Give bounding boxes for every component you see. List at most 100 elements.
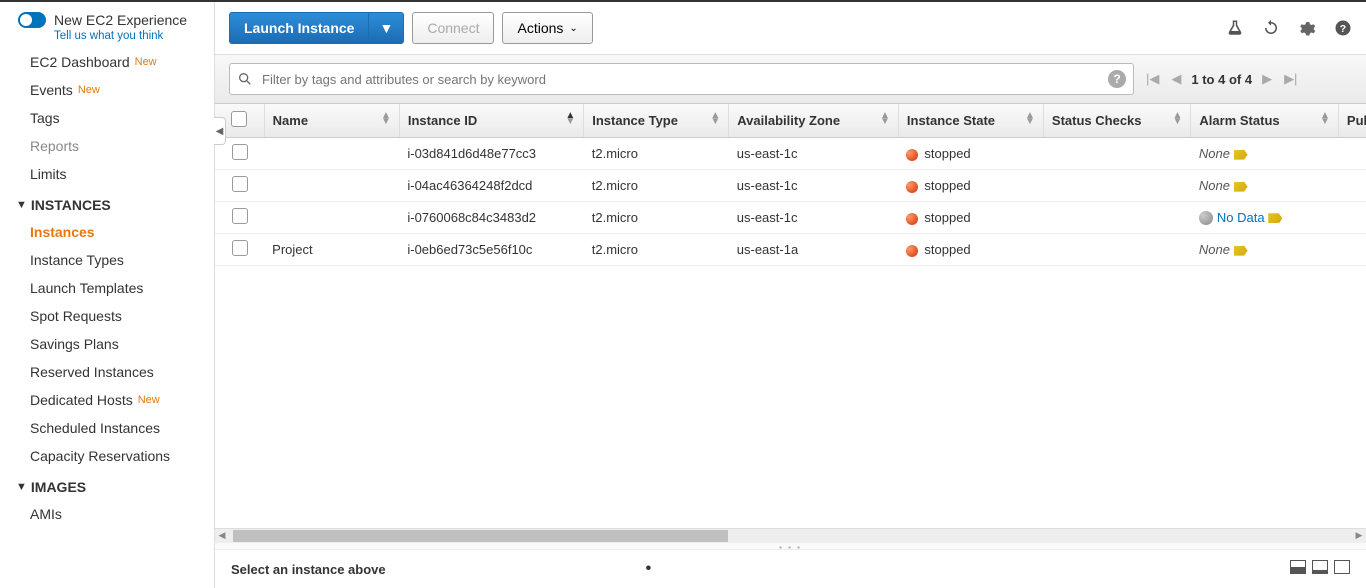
row-checkbox[interactable] xyxy=(232,240,248,256)
refresh-icon[interactable] xyxy=(1262,19,1280,37)
alarm-status-text[interactable]: No Data xyxy=(1217,210,1265,225)
pane-resize-handle[interactable]: ▪ ▪ ▪ xyxy=(215,542,1366,550)
detail-pane: Select an instance above • xyxy=(215,550,1366,588)
pagination: |◀ ◀ 1 to 4 of 4 ▶ ▶| xyxy=(1144,69,1299,89)
table-row[interactable]: i-03d841d6d48e77cc3t2.microus-east-1csto… xyxy=(215,138,1366,170)
sort-icon: ▲▼ xyxy=(880,113,890,125)
column-label: Instance State xyxy=(907,113,995,128)
column-header-5[interactable]: Status Checks▲▼ xyxy=(1043,104,1191,138)
column-header-7[interactable]: Public DNS (IPv4)▲▼ xyxy=(1338,104,1366,138)
nav-section-1[interactable]: ▼IMAGES xyxy=(0,470,214,500)
table-row[interactable]: Projecti-0eb6ed73c5e56f10ct2.microus-eas… xyxy=(215,234,1366,266)
scroll-right-icon[interactable]: ▶ xyxy=(1352,530,1366,541)
tag-icon[interactable] xyxy=(1234,182,1248,192)
row-checkbox[interactable] xyxy=(232,144,248,160)
cell-instance-id: i-03d841d6d48e77cc3 xyxy=(399,138,583,170)
connect-button[interactable]: Connect xyxy=(412,12,494,44)
layout-full-icon[interactable] xyxy=(1334,560,1350,574)
page-first-button[interactable]: |◀ xyxy=(1144,69,1161,89)
layout-bottom-icon[interactable] xyxy=(1290,560,1306,574)
nav-item-top-1[interactable]: EventsNew xyxy=(0,76,214,104)
settings-icon[interactable] xyxy=(1298,19,1316,37)
column-header-3[interactable]: Availability Zone▲▼ xyxy=(729,104,899,138)
page-last-button[interactable]: ▶| xyxy=(1282,69,1299,89)
new-badge: New xyxy=(138,394,160,406)
layout-icons xyxy=(1290,560,1350,574)
instances-table: Name▲▼Instance ID▲▼Instance Type▲▼Availa… xyxy=(215,104,1366,266)
nav-item-label: AMIs xyxy=(30,506,62,522)
nav-item-top-3[interactable]: Reports xyxy=(0,132,214,160)
nav-item-label: Launch Templates xyxy=(30,280,143,296)
cell-status-checks xyxy=(1043,234,1191,266)
launch-instance-button[interactable]: Launch Instance xyxy=(229,12,368,44)
nav-item-0-7[interactable]: Scheduled Instances xyxy=(0,414,214,442)
tag-icon[interactable] xyxy=(1268,213,1282,223)
new-experience-toggle[interactable] xyxy=(18,12,46,28)
nav-item-label: Instance Types xyxy=(30,252,124,268)
cell-status-checks xyxy=(1043,138,1191,170)
cell-instance-type: t2.micro xyxy=(584,170,729,202)
column-header-6[interactable]: Alarm Status▲▼ xyxy=(1191,104,1339,138)
column-header-2[interactable]: Instance Type ▲▼ xyxy=(584,104,729,138)
cell-name xyxy=(264,170,399,202)
scroll-left-icon[interactable]: ◀ xyxy=(215,530,229,541)
nav-item-label: Dedicated Hosts xyxy=(30,392,133,408)
cell-instance-id: i-04ac46364248f2dcd xyxy=(399,170,583,202)
tag-icon[interactable] xyxy=(1234,246,1248,256)
cell-state: stopped xyxy=(898,234,1043,266)
cell-alarm: None xyxy=(1191,234,1339,266)
row-checkbox[interactable] xyxy=(232,176,248,192)
layout-split-icon[interactable] xyxy=(1312,560,1328,574)
filter-help-icon[interactable]: ? xyxy=(1108,70,1126,88)
filter-bar: ? |◀ ◀ 1 to 4 of 4 ▶ ▶| xyxy=(215,55,1366,104)
cell-instance-type: t2.micro xyxy=(584,138,729,170)
cell-alarm: None xyxy=(1191,138,1339,170)
nav-item-0-5[interactable]: Reserved Instances xyxy=(0,358,214,386)
nav-item-label: Capacity Reservations xyxy=(30,448,170,464)
experiments-icon[interactable] xyxy=(1226,19,1244,37)
table-row[interactable]: i-0760068c84c3483d2t2.microus-east-1csto… xyxy=(215,202,1366,234)
sidebar-nav[interactable]: EC2 DashboardNewEventsNewTagsReportsLimi… xyxy=(0,48,214,588)
filter-input[interactable] xyxy=(229,63,1134,95)
cell-instance-id: i-0eb6ed73c5e56f10c xyxy=(399,234,583,266)
cell-state: stopped xyxy=(898,138,1043,170)
nav-item-0-3[interactable]: Spot Requests xyxy=(0,302,214,330)
tag-icon[interactable] xyxy=(1234,150,1248,160)
cell-state: stopped xyxy=(898,202,1043,234)
nav-item-0-8[interactable]: Capacity Reservations xyxy=(0,442,214,470)
nav-item-0-6[interactable]: Dedicated Hosts New xyxy=(0,386,214,414)
horizontal-scrollbar[interactable]: ◀ ▶ xyxy=(215,528,1366,542)
sidebar-header: New EC2 Experience Tell us what you thin… xyxy=(0,2,214,48)
column-header-1[interactable]: Instance ID▲▼ xyxy=(399,104,583,138)
launch-instance-dropdown[interactable]: ▼ xyxy=(368,12,404,44)
nav-section-0[interactable]: ▼INSTANCES xyxy=(0,188,214,218)
feedback-link[interactable]: Tell us what you think xyxy=(54,30,200,42)
nav-item-0-4[interactable]: Savings Plans xyxy=(0,330,214,358)
nav-item-1-0[interactable]: AMIs xyxy=(0,500,214,528)
nav-item-top-0[interactable]: EC2 DashboardNew xyxy=(0,48,214,76)
cell-az: us-east-1c xyxy=(729,138,899,170)
table-row[interactable]: i-04ac46364248f2dcdt2.microus-east-1csto… xyxy=(215,170,1366,202)
page-prev-button[interactable]: ◀ xyxy=(1169,69,1183,89)
sort-icon: ▲▼ xyxy=(710,113,720,125)
cell-name xyxy=(264,202,399,234)
nav-item-top-4[interactable]: Limits xyxy=(0,160,214,188)
sort-icon: ▲▼ xyxy=(381,113,391,125)
page-next-button[interactable]: ▶ xyxy=(1260,69,1274,89)
sidebar-collapse-button[interactable]: ◀ xyxy=(214,117,226,145)
sidebar: New EC2 Experience Tell us what you thin… xyxy=(0,2,215,588)
actions-button[interactable]: Actions ⌄ xyxy=(502,12,592,44)
nav-item-top-2[interactable]: Tags xyxy=(0,104,214,132)
nav-item-0-0[interactable]: Instances xyxy=(0,218,214,246)
column-label: Instance Type xyxy=(592,113,678,128)
column-header-4[interactable]: Instance State▲▼ xyxy=(898,104,1043,138)
row-checkbox[interactable] xyxy=(232,208,248,224)
nav-item-0-2[interactable]: Launch Templates xyxy=(0,274,214,302)
nav-item-0-1[interactable]: Instance Types xyxy=(0,246,214,274)
instances-table-wrap[interactable]: Name▲▼Instance ID▲▼Instance Type▲▼Availa… xyxy=(215,104,1366,528)
help-icon[interactable]: ? xyxy=(1334,19,1352,37)
select-all-checkbox[interactable] xyxy=(231,111,247,127)
sort-icon: ▲▼ xyxy=(1320,113,1330,125)
column-header-0[interactable]: Name▲▼ xyxy=(264,104,399,138)
scrollbar-thumb[interactable] xyxy=(233,530,728,542)
